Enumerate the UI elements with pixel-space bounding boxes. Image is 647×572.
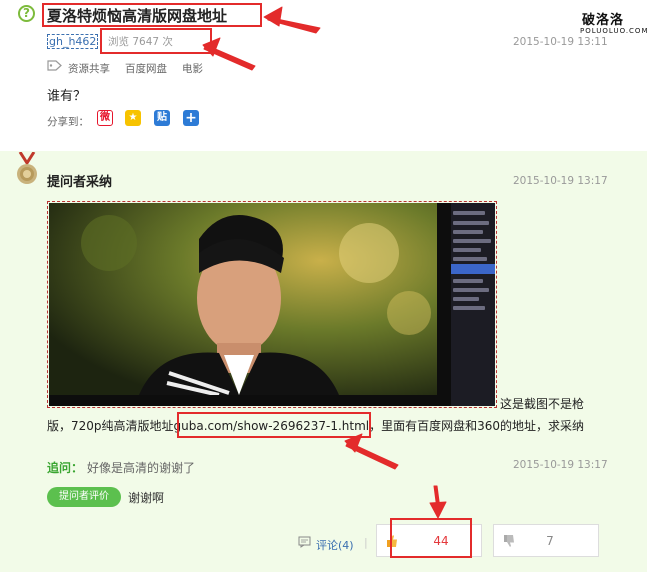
answer-text-suffix: ，里面有百度网盘和360的地址，求采纳 <box>369 419 585 433</box>
tag-resource-sharing[interactable]: 资源共享 <box>68 61 110 76</box>
more-share-icon[interactable]: + <box>183 110 199 126</box>
answer-timestamp: 2015-10-19 13:17 <box>513 175 608 187</box>
medal-icon <box>17 152 37 184</box>
tag-icon <box>47 60 62 71</box>
tieba-icon[interactable]: 贴 <box>154 110 170 126</box>
downvote-button[interactable]: 7 <box>493 524 599 557</box>
qzone-icon[interactable]: ★ <box>125 110 141 126</box>
answer-text-line-1: 这是截图不是枪 <box>500 397 585 411</box>
watermark-url: POLUOLUO.COM <box>580 27 647 35</box>
separator: | <box>364 536 368 549</box>
question-circle-icon: ? <box>18 5 35 22</box>
answer-text-prefix: 版，720p纯高清版地址 <box>47 419 174 433</box>
tag-baidu-pan[interactable]: 百度网盘 <box>125 61 167 76</box>
annotation-box-link <box>177 412 371 438</box>
annotation-box-upvotes <box>390 518 472 558</box>
answer-screenshot-image <box>49 203 495 406</box>
movie-still <box>49 203 437 395</box>
comment-icon[interactable] <box>298 536 311 548</box>
asker-evaluation-text: 谢谢啊 <box>128 491 165 505</box>
view-count: 浏览 7647 次 <box>108 36 173 48</box>
followup-timestamp: 2015-10-19 13:17 <box>513 459 608 471</box>
question-body: 谁有？ <box>47 89 87 104</box>
playlist-sidebar <box>451 203 495 406</box>
arrow-to-title <box>266 16 321 34</box>
followup-label: 追问： <box>47 461 84 475</box>
watermark-logo: 破洛洛 <box>582 13 625 28</box>
share-label: 分享到： <box>47 116 89 128</box>
question-title[interactable]: 夏洛特烦恼高清版网盘地址 <box>47 5 227 26</box>
weibo-icon[interactable]: 微 <box>97 110 113 126</box>
comment-link[interactable]: 评论(4) <box>316 537 354 553</box>
followup-text: 好像是高清的谢谢了 <box>87 461 196 475</box>
accepted-answer-label: 提问者采纳 <box>47 175 113 190</box>
arrow-to-title-head <box>263 6 283 27</box>
asker-username[interactable]: gh_h462 <box>47 34 99 49</box>
downvote-count: 7 <box>546 534 554 548</box>
question-timestamp: 2015-10-19 13:11 <box>513 36 608 48</box>
asker-evaluation-badge: 提问者评价 <box>47 487 121 507</box>
tag-movie[interactable]: 电影 <box>182 61 203 76</box>
